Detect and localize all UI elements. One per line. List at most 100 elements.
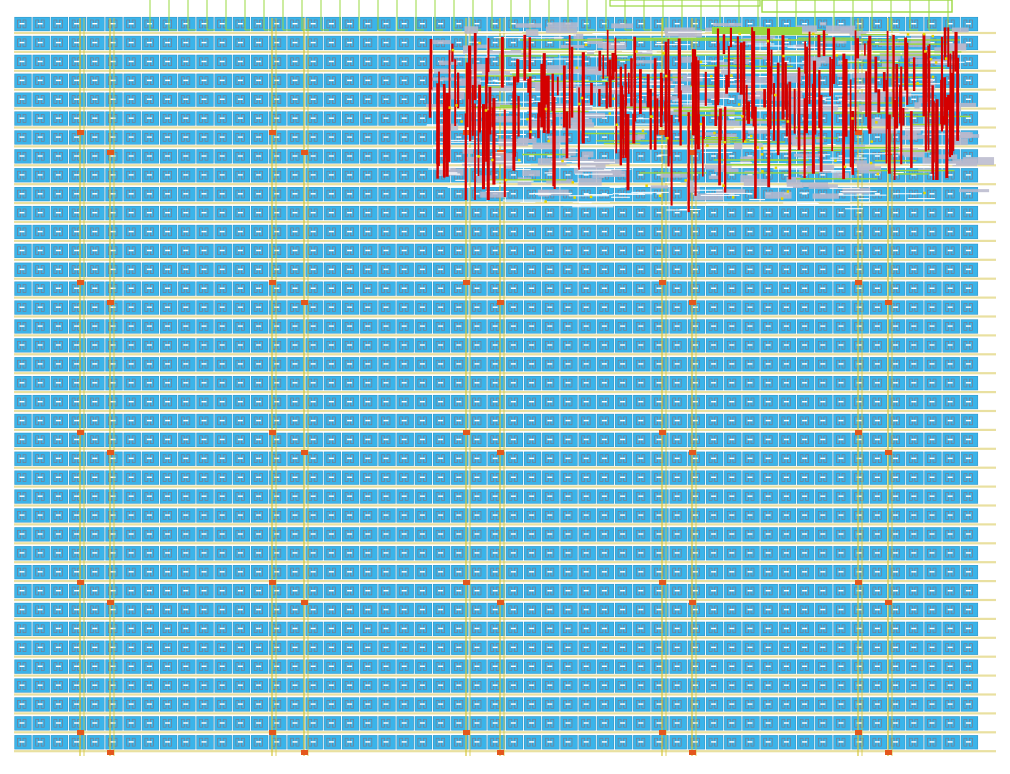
cell-strap	[201, 438, 207, 441]
cell-strap	[347, 212, 353, 214]
cell-strap	[274, 287, 280, 289]
cell-strap	[911, 401, 917, 403]
cell-strap	[838, 306, 844, 308]
cell-strap	[19, 174, 25, 176]
cell-strap	[237, 363, 243, 365]
cell-strap	[529, 401, 535, 403]
cell-strap	[929, 382, 935, 384]
cell-strap	[747, 325, 753, 327]
cell-strap	[729, 287, 735, 289]
cell-strap	[674, 419, 680, 422]
cell-strap	[274, 98, 280, 100]
cell-strap	[547, 419, 553, 422]
cell-strap	[55, 136, 61, 138]
cell-strap	[237, 117, 243, 119]
cell-strap	[328, 79, 334, 82]
cell-strap	[419, 438, 425, 441]
cell-strap	[438, 23, 444, 25]
cell-strap	[74, 155, 80, 157]
cell-strap	[347, 382, 353, 384]
cell-strap	[328, 41, 334, 44]
cell-strap	[165, 363, 171, 365]
cell-strap	[565, 438, 571, 441]
cell-strap	[74, 457, 80, 460]
power-rail	[14, 409, 996, 413]
cell-strap	[237, 325, 243, 327]
cell-strap	[146, 79, 152, 82]
cell-strap	[110, 117, 116, 119]
cell-strap	[893, 325, 899, 327]
cell-strap	[274, 363, 280, 365]
cell-strap	[965, 23, 971, 25]
cell-strap	[456, 438, 462, 441]
cell-strap	[128, 212, 134, 214]
cell-strap	[201, 155, 207, 157]
cell-strap	[656, 212, 662, 214]
cell-strap	[583, 438, 589, 441]
cell-strap	[292, 419, 298, 422]
cell-strap	[747, 306, 753, 308]
cell-strap	[146, 98, 152, 100]
cell-strap	[638, 363, 644, 365]
cell-strap	[911, 249, 917, 252]
cell-strap	[401, 249, 407, 252]
cell-strap	[965, 117, 971, 119]
cell-strap	[874, 438, 880, 441]
cell-strap	[37, 438, 43, 441]
cell-strap	[219, 155, 225, 157]
cell-strap	[310, 136, 316, 138]
cell-strap	[729, 174, 735, 176]
cell-strap	[438, 325, 444, 327]
cell-strap	[183, 79, 189, 82]
cell-strap	[747, 268, 753, 271]
cell-strap	[19, 136, 25, 138]
cell-strap	[365, 23, 371, 25]
cell-strap	[256, 117, 262, 119]
cell-strap	[747, 287, 753, 289]
cell-strap	[620, 230, 626, 233]
cell-strap	[692, 306, 698, 308]
cell-strap	[74, 98, 80, 100]
cell-strap	[965, 401, 971, 403]
cell-strap	[310, 60, 316, 63]
cell-strap	[201, 249, 207, 252]
cell-strap	[256, 382, 262, 384]
cell-strap	[128, 363, 134, 365]
cell-strap	[492, 344, 498, 346]
cell-strap	[165, 230, 171, 233]
cell-strap	[474, 23, 480, 25]
cell-strap	[310, 174, 316, 176]
cell-strap	[365, 41, 371, 44]
cell-strap	[19, 155, 25, 157]
cell-strap	[110, 98, 116, 100]
cell-strap	[201, 117, 207, 119]
cell-strap	[347, 401, 353, 403]
cell-strap	[292, 363, 298, 365]
cell-strap	[55, 79, 61, 82]
cell-strap	[674, 306, 680, 308]
cell-strap	[237, 193, 243, 195]
cell-strap	[219, 401, 225, 403]
cell-strap	[256, 212, 262, 214]
cell-strap	[438, 438, 444, 441]
cell-strap	[310, 155, 316, 157]
cell-strap	[638, 382, 644, 384]
cell-strap	[201, 98, 207, 100]
cell-strap	[146, 23, 152, 25]
cell-strap	[965, 41, 971, 44]
cell-strap	[820, 325, 826, 327]
cell-strap	[165, 249, 171, 252]
cell-strap	[365, 344, 371, 346]
cell-strap	[565, 363, 571, 365]
cell-strap	[110, 363, 116, 365]
cell-strap	[256, 457, 262, 460]
cell-strap	[492, 287, 498, 289]
cell-strap	[201, 230, 207, 233]
cell-strap	[620, 249, 626, 252]
cell-strap	[92, 325, 98, 327]
cell-strap	[419, 117, 425, 119]
cell-strap	[128, 79, 134, 82]
cell-strap	[383, 268, 389, 271]
cell-strap	[893, 382, 899, 384]
cell-strap	[19, 41, 25, 44]
